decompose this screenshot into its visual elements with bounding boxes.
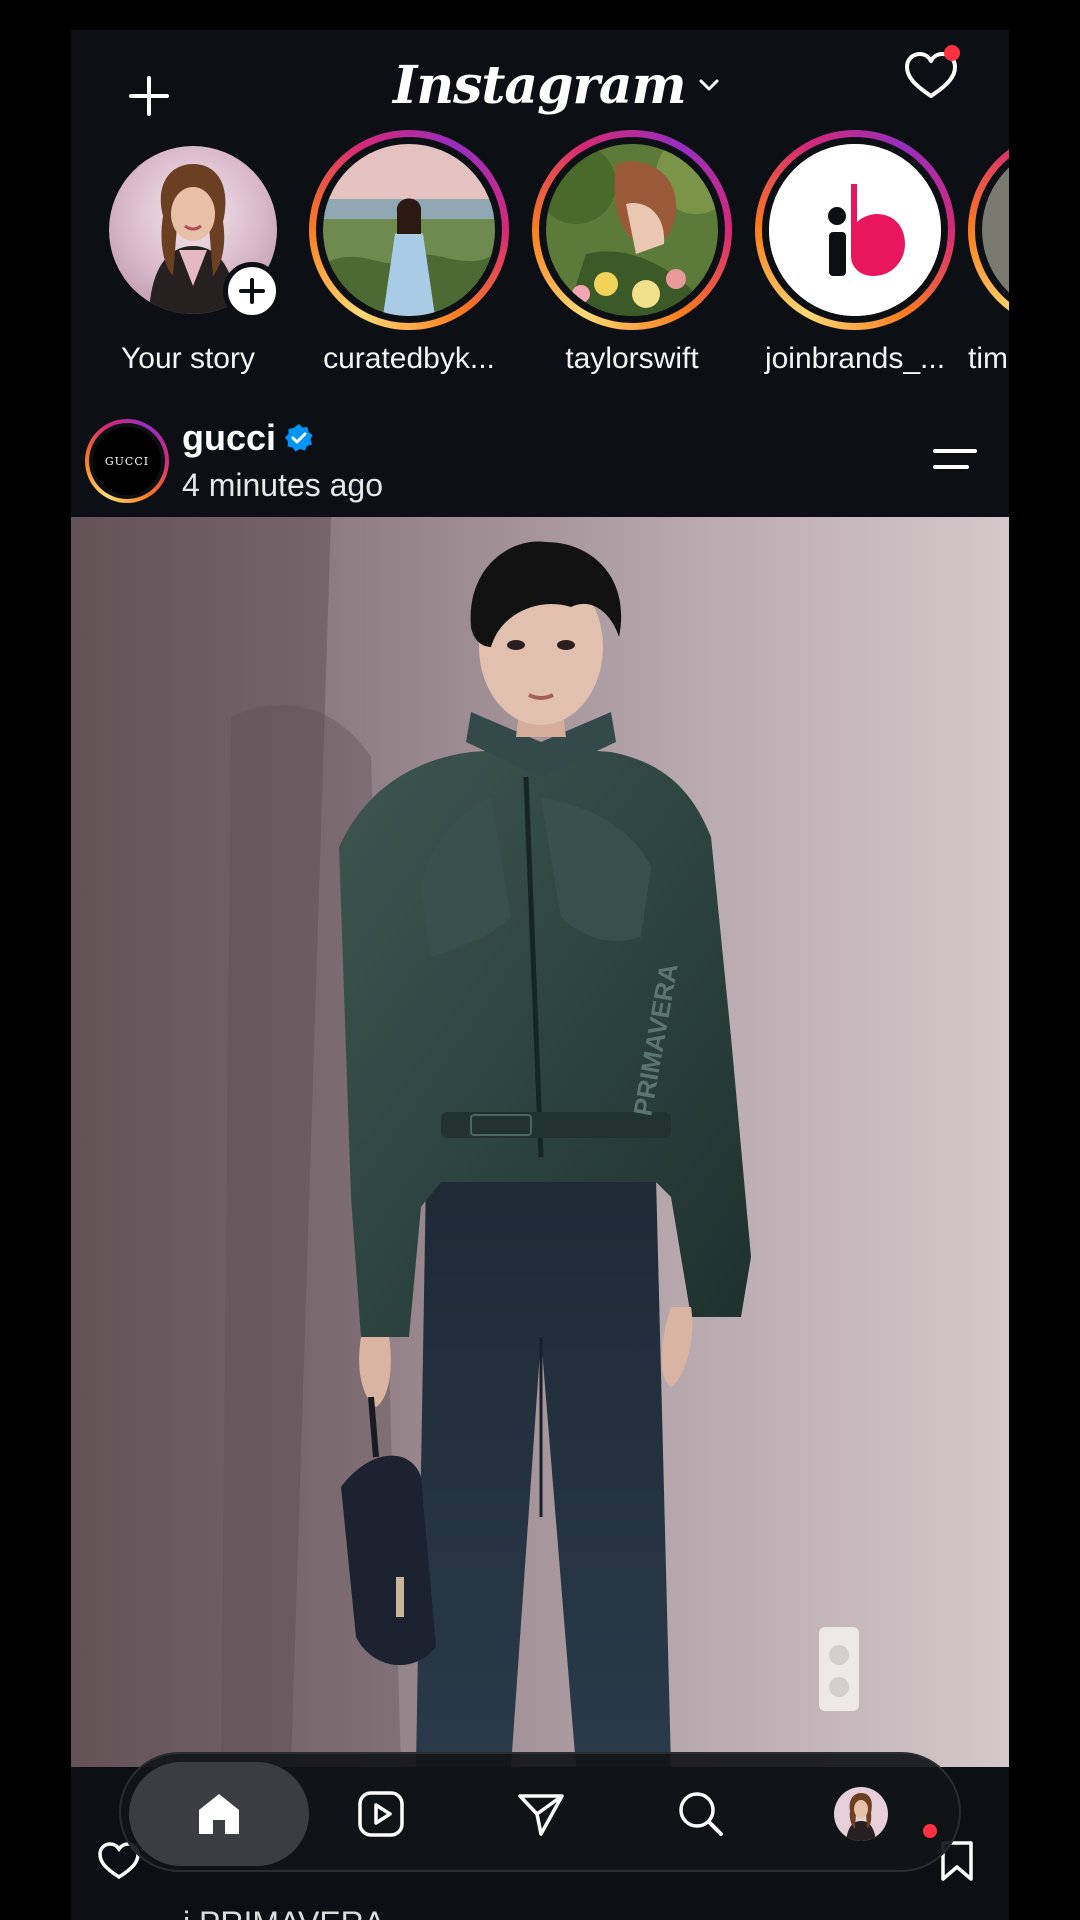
story-ring: [755, 130, 955, 330]
right-pillarbox: [1009, 0, 1080, 1920]
story-joinbrands[interactable]: joinbrands_...: [745, 130, 955, 390]
story-curatedbyk[interactable]: curatedbyk...: [299, 130, 509, 390]
story-ring: [309, 130, 509, 330]
nav-reels[interactable]: [311, 1762, 451, 1866]
add-story-button[interactable]: [223, 262, 281, 320]
profile-notification-dot: [923, 1824, 937, 1838]
search-icon: [679, 1792, 723, 1836]
chevron-down-icon: [696, 72, 722, 98]
post-options-button[interactable]: [931, 443, 979, 477]
story-taylorswift[interactable]: taylorswift: [522, 130, 732, 390]
post-header: GUCCI gucci 4 minutes ago: [71, 405, 1009, 515]
nav-profile[interactable]: [791, 1762, 931, 1866]
home-icon: [199, 1794, 239, 1834]
app-screen: Instagram Your story curatedbyk... taylo…: [71, 0, 1009, 1920]
avatar: [323, 144, 495, 316]
left-pillarbox: [0, 0, 71, 1920]
post-image[interactable]: PRIMAVERA: [71, 517, 1009, 1767]
top-bar: Instagram: [71, 30, 1009, 140]
menu-icon: [933, 449, 977, 469]
story-your-story[interactable]: Your story: [83, 130, 293, 390]
status-bar: [71, 0, 1009, 30]
avatar: [769, 144, 941, 316]
nav-home[interactable]: [129, 1762, 309, 1866]
story-label: curatedbyk...: [323, 342, 495, 375]
post-caption: i PRIMAVERA: [183, 1905, 385, 1920]
post-username: gucci: [182, 417, 277, 458]
story-label: tim: [968, 342, 1008, 375]
plus-icon: [239, 278, 265, 304]
story-tim[interactable]: tim: [968, 130, 1009, 390]
avatar: [834, 1787, 888, 1841]
plus-icon: [129, 76, 169, 116]
post-author-avatar[interactable]: GUCCI: [85, 419, 169, 503]
feed-switcher[interactable]: Instagram: [393, 50, 722, 120]
story-label: taylorswift: [565, 342, 699, 375]
verified-badge-icon: [284, 423, 314, 453]
story-label: Your story: [121, 342, 255, 375]
bottom-nav-bar: [119, 1752, 961, 1872]
post-timestamp: 4 minutes ago: [182, 467, 384, 503]
post-author[interactable]: gucci: [182, 417, 314, 459]
nav-messages[interactable]: [471, 1762, 611, 1866]
instagram-logo: Instagram: [393, 54, 687, 116]
story-ring: [532, 130, 732, 330]
send-icon: [518, 1794, 564, 1836]
story-ring: [968, 130, 1009, 330]
story-label: joinbrands_...: [764, 342, 946, 375]
avatar: [546, 144, 718, 316]
create-post-button[interactable]: [127, 74, 171, 118]
stories-tray: Your story curatedbyk... taylorswift joi…: [71, 130, 1009, 390]
reels-icon: [358, 1791, 404, 1837]
nav-search[interactable]: [631, 1762, 771, 1866]
gucci-logo: GUCCI: [104, 454, 150, 468]
notification-dot: [944, 45, 960, 61]
